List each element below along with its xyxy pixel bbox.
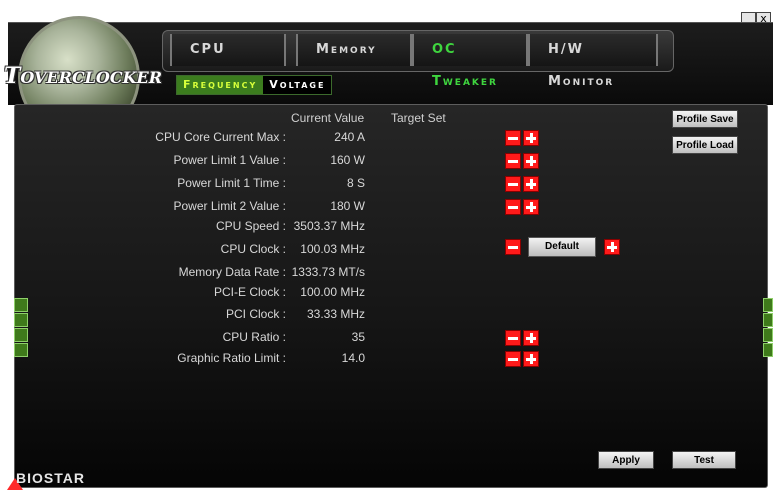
row-label: PCI Clock : [225,307,286,321]
plus-icon[interactable] [523,330,539,346]
row-value: 100.03 MHz [300,242,365,256]
minus-icon[interactable] [505,130,521,146]
plus-icon[interactable] [604,239,620,255]
profile-load-button[interactable]: Profile Load [672,136,738,154]
minus-icon[interactable] [505,351,521,367]
row-label: CPU Clock : [220,242,286,256]
adjust-power-limit-1-time [505,176,539,193]
brand-label: BIOSTAR [16,470,85,486]
tab-memory[interactable]: Memory [296,34,412,66]
adjust-power-limit-1-value [505,153,539,170]
subtab-bar: Frequency Voltage [176,75,333,95]
row-value: 14.0 [341,351,365,365]
adjust-cpu-core-current-max [505,130,539,147]
row-value: 240 A [334,130,365,144]
app-window: _ x CPU Memory OC Tweaker H/W Monitor Fr… [0,0,773,491]
plus-icon[interactable] [523,176,539,192]
side-handle-left[interactable] [14,343,28,357]
row-label: PCI-E Clock : [213,285,286,299]
row-value: 1333.73 MT/s [291,265,365,279]
apply-button[interactable]: Apply [598,451,654,469]
tab-hw-monitor[interactable]: H/W Monitor [528,34,658,89]
row-label: Power Limit 1 Value : [173,153,287,167]
minus-icon[interactable] [505,153,521,169]
settings-panel [14,104,768,488]
side-handle-right[interactable] [763,313,773,327]
tab-cpu[interactable]: CPU [170,34,286,66]
adjust-power-limit-2-value [505,199,539,216]
row-value: 3503.37 MHz [293,219,365,233]
test-button[interactable]: Test [672,451,736,469]
row-value: 100.00 MHz [300,285,365,299]
tab-oc-tweaker[interactable]: OC Tweaker [412,34,528,89]
minus-icon[interactable] [505,176,521,192]
plus-icon[interactable] [523,130,539,146]
plus-icon[interactable] [523,153,539,169]
row-label: Graphic Ratio Limit : [177,351,286,365]
side-handle-left[interactable] [14,298,28,312]
column-header-current-value: Current Value [291,111,365,125]
adjust-graphic-ratio-limit [505,351,539,368]
minus-icon[interactable] [505,239,521,255]
logo-label: OVERCLOCKER [20,68,162,87]
minus-icon[interactable] [505,330,521,346]
row-label: CPU Speed : [215,219,286,233]
row-label: Memory Data Rate : [178,265,286,279]
side-handle-right[interactable] [763,328,773,342]
row-value: 35 [351,330,365,344]
row-label: Power Limit 2 Value : [173,199,287,213]
side-handle-left[interactable] [14,313,28,327]
row-value: 160 W [330,153,365,167]
row-value: 33.33 MHz [306,307,365,321]
row-label: CPU Ratio : [222,330,286,344]
row-value: 180 W [330,199,365,213]
subtab-voltage[interactable]: Voltage [263,76,331,94]
column-header-target-set: Target Set [391,111,446,125]
subtab-frequency[interactable]: Frequency [177,76,264,94]
side-handle-right[interactable] [763,343,773,357]
plus-icon[interactable] [523,199,539,215]
row-label: CPU Core Current Max : [155,130,286,144]
row-label: Power Limit 1 Time : [177,176,286,190]
side-handle-left[interactable] [14,328,28,342]
side-handle-right[interactable] [763,298,773,312]
minus-icon[interactable] [505,199,521,215]
default-button[interactable]: Default [528,237,596,257]
row-value: 8 S [346,176,365,190]
plus-icon[interactable] [523,351,539,367]
overclocker-logo-text: TOVERCLOCKER [4,63,162,89]
profile-save-button[interactable]: Profile Save [672,110,738,128]
adjust-cpu-ratio [505,330,539,347]
